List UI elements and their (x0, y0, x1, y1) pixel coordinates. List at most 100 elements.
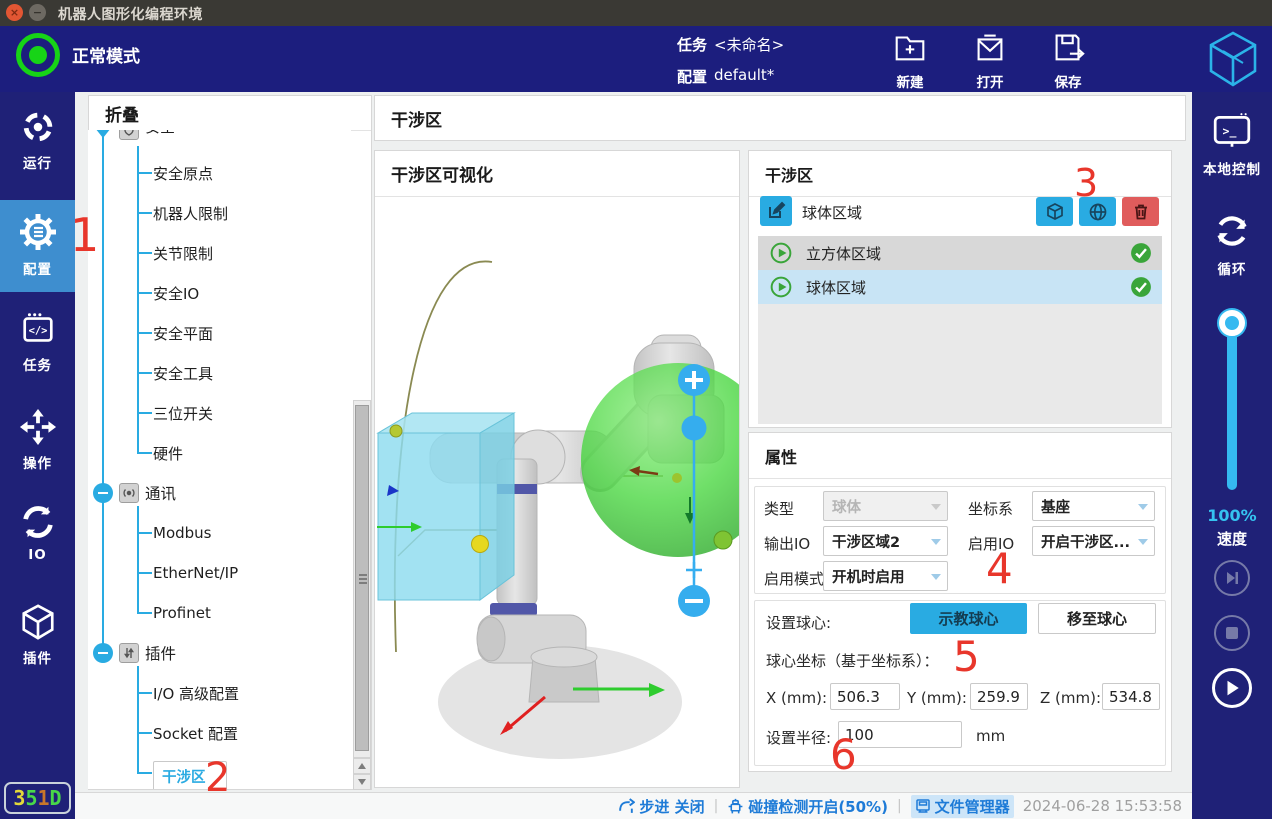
tree-item-three-position-switch[interactable]: 三位开关 (153, 401, 213, 425)
chevron-down-icon (1138, 539, 1148, 545)
tree-collapse-minus-icon[interactable] (93, 643, 113, 663)
tree-safety-icon (119, 130, 139, 140)
tree-item-modbus[interactable]: Modbus (153, 521, 211, 545)
gizmo-minus-button[interactable] (678, 585, 710, 617)
frame-select[interactable]: 基座 (1032, 491, 1155, 521)
enable-mode-select[interactable]: 开机时启用 (823, 561, 948, 591)
nav-item-task-label: 任务 (0, 354, 75, 374)
tree-item-hardware[interactable]: 硬件 (153, 441, 183, 465)
type-value: 球体 (832, 496, 861, 517)
delete-zone-button[interactable] (1122, 197, 1159, 226)
step-forward-button[interactable] (1214, 560, 1250, 596)
stop-icon (1225, 626, 1239, 640)
nav-item-io[interactable]: IO (0, 503, 75, 563)
rename-zone-button[interactable] (760, 196, 792, 226)
sphere-region[interactable] (581, 363, 739, 557)
save-task-label: 保存 (1036, 71, 1100, 91)
mode-status-icon (16, 33, 60, 77)
tree-item-safety-origin[interactable]: 安全原点 (153, 161, 213, 185)
output-io-select[interactable]: 干涉区域2 (823, 526, 948, 556)
skip-next-icon (1224, 570, 1240, 586)
enable-io-select[interactable]: 开启干涉区... (1032, 526, 1155, 556)
gizmo-handle[interactable] (682, 416, 707, 441)
output-io-value: 干涉区域2 (832, 531, 900, 552)
viz-panel: 干涉区可视化 (374, 150, 740, 788)
tree-item-profinet[interactable]: Profinet (153, 601, 211, 625)
tree-scrollbar-thumb[interactable] (355, 405, 369, 751)
tree-item-socket-config[interactable]: Socket 配置 (153, 721, 238, 745)
viz-title-text: 干涉区可视化 (391, 161, 493, 186)
stop-button[interactable] (1214, 615, 1250, 651)
nav-item-jog[interactable]: 操作 (0, 408, 75, 472)
x-input[interactable] (830, 683, 900, 710)
z-input[interactable] (1102, 683, 1160, 710)
speed-slider-handle[interactable] (1219, 310, 1245, 336)
step-icon (618, 798, 635, 815)
save-task-button[interactable]: 保存 (1036, 28, 1100, 91)
tree-collapse-header[interactable]: 折叠 (89, 96, 371, 131)
tree-comm-icon (119, 483, 139, 503)
window-minimize-button[interactable]: − (29, 4, 46, 21)
left-navigation-rail: 运行 配置 </> 任务 (0, 92, 75, 819)
viewport-3d[interactable] (375, 197, 739, 787)
file-manager-button[interactable]: 文件管理器 (911, 795, 1014, 818)
y-input[interactable] (970, 683, 1028, 710)
tree-tick (137, 372, 152, 374)
loop-button[interactable]: 循环 (1194, 210, 1270, 278)
tree-collapse-minus-icon[interactable] (93, 483, 113, 503)
terminal-icon: >_ (1211, 110, 1253, 152)
zone-row-cube[interactable]: 立方体区域 (758, 236, 1162, 270)
annotation-1: 1 (70, 212, 99, 258)
step-mode-text: 步进 关闭 (639, 796, 704, 817)
collision-detection-status[interactable]: 碰撞检测开启(50%) (727, 796, 888, 817)
tree-item-safety-io[interactable]: 安全IO (153, 281, 199, 305)
zone-panel-title-text: 干涉区 (765, 162, 813, 186)
nav-item-plugin[interactable]: 插件 (0, 603, 75, 667)
config-tree[interactable]: 安全 安全原点 机器人限制 关节限制 安全IO 安全平面 安全工具 三位开关 硬… (88, 130, 351, 789)
tree-item-safety-plane[interactable]: 安全平面 (153, 321, 213, 345)
tree-item-io-advanced[interactable]: I/O 高级配置 (153, 681, 239, 705)
tree-branch-line (137, 666, 139, 774)
play-icon[interactable] (770, 276, 792, 298)
tree-node-plugin[interactable]: 插件 (145, 641, 176, 665)
nav-item-config[interactable]: 配置 (0, 212, 75, 278)
play-button[interactable] (1212, 668, 1252, 708)
move-arrows-icon (19, 408, 57, 446)
version-badge: 3 5 1 D (4, 782, 71, 814)
tree-item-robot-limits[interactable]: 机器人限制 (153, 201, 228, 225)
local-control-button[interactable]: >_ 本地控制 (1194, 110, 1270, 178)
cube-region[interactable] (378, 413, 514, 600)
nav-item-run-label: 运行 (0, 152, 75, 172)
tree-collapse-arrow-icon[interactable] (95, 130, 111, 138)
move-to-center-button[interactable]: 移至球心 (1038, 603, 1156, 634)
new-task-button[interactable]: 新建 (878, 28, 942, 91)
tree-tick (137, 332, 152, 334)
config-gear-icon (18, 212, 58, 252)
tree-scroll-up-button[interactable] (353, 758, 371, 774)
tree-scroll-down-button[interactable] (353, 774, 371, 790)
gizmo-plus-button[interactable] (678, 364, 710, 396)
nav-item-plugin-label: 插件 (0, 647, 75, 667)
tree-item-safety-tool[interactable]: 安全工具 (153, 361, 213, 385)
window-close-button[interactable]: × (6, 4, 23, 21)
tree-scrollbar[interactable] (353, 400, 371, 758)
zone-row-sphere[interactable]: 球体区域 (758, 270, 1162, 304)
cube-zone-button[interactable] (1036, 197, 1073, 226)
type-label: 类型 (764, 498, 794, 519)
status-separator: | (714, 798, 719, 814)
step-mode-status[interactable]: 步进 关闭 (618, 796, 704, 817)
open-task-button[interactable]: 打开 (958, 28, 1022, 91)
speed-slider-track[interactable] (1227, 322, 1237, 490)
tree-item-joint-limits[interactable]: 关节限制 (153, 241, 213, 265)
nav-item-task[interactable]: </> 任务 (0, 310, 75, 374)
enable-mode-value: 开机时启用 (832, 566, 905, 587)
enabled-check-icon (1130, 242, 1152, 264)
tree-item-ethernet-ip[interactable]: EtherNet/IP (153, 561, 238, 585)
play-icon[interactable] (770, 242, 792, 264)
nav-item-run[interactable]: 运行 (0, 108, 75, 172)
tree-node-comm[interactable]: 通讯 (145, 481, 176, 505)
frame-label: 坐标系 (968, 498, 1013, 519)
local-control-label: 本地控制 (1194, 158, 1270, 178)
tree-node-safety[interactable]: 安全 (145, 130, 175, 138)
teach-center-button[interactable]: 示教球心 (910, 603, 1027, 634)
